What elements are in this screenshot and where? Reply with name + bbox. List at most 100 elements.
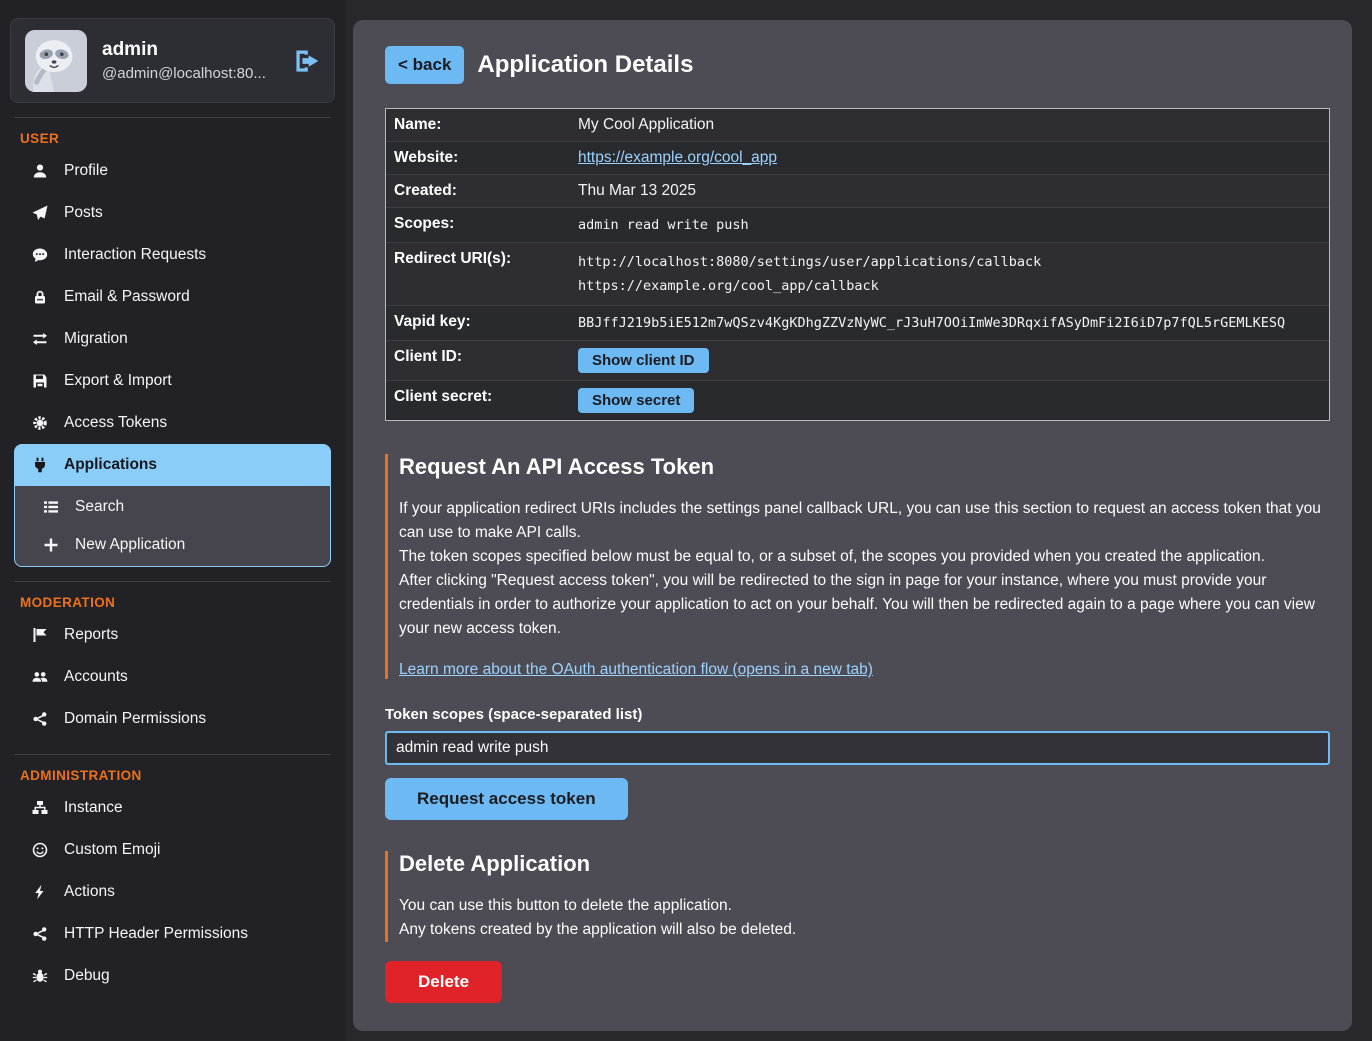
- show-secret-button[interactable]: Show secret: [578, 388, 694, 413]
- application-details-table: Name:My Cool ApplicationWebsite:https://…: [385, 108, 1330, 421]
- request-token-paragraph: After clicking "Request access token", y…: [399, 569, 1330, 641]
- sidebar-item-new-application[interactable]: New Application: [15, 526, 330, 564]
- sidebar-item-interaction-requests[interactable]: Interaction Requests: [10, 234, 335, 276]
- sidebar-item-label: Debug: [64, 967, 110, 985]
- sidebar-item-migration[interactable]: Migration: [10, 318, 335, 360]
- table-row-label: Name:: [386, 109, 570, 141]
- table-row-value: https://example.org/cool_app: [570, 142, 1329, 174]
- oauth-link-row: Learn more about the OAuth authenticatio…: [399, 661, 1330, 679]
- username: admin: [102, 39, 279, 61]
- table-row: Website:https://example.org/cool_app: [386, 141, 1329, 174]
- user-card[interactable]: admin @admin@localhost:80...: [10, 18, 335, 103]
- token-scopes-label: Token scopes (space-separated list): [385, 706, 1330, 723]
- sidebar-item-export-import[interactable]: Export & Import: [10, 360, 335, 402]
- table-row: Redirect URI(s):http://localhost:8080/se…: [386, 242, 1329, 305]
- sign-out-icon: [294, 62, 320, 77]
- request-token-description: If your application redirect URIs includ…: [399, 497, 1330, 641]
- sidebar-item-actions[interactable]: Actions: [10, 871, 335, 913]
- password-lock-icon: [30, 289, 49, 305]
- sidebar-item-accounts[interactable]: Accounts: [10, 656, 335, 698]
- sitemap-icon: [30, 800, 49, 816]
- sidebar-item-http-header-permissions[interactable]: HTTP Header Permissions: [10, 913, 335, 955]
- request-access-token-button[interactable]: Request access token: [385, 778, 628, 820]
- table-row-label: Client secret:: [386, 381, 570, 413]
- sidebar-nav: USERProfilePostsInteraction RequestsEmai…: [10, 117, 335, 997]
- back-button[interactable]: < back: [385, 46, 464, 84]
- user-icon: [30, 163, 49, 179]
- table-row-label: Scopes:: [386, 208, 570, 240]
- sidebar-item-label: Export & Import: [64, 372, 172, 390]
- sidebar-item-label: Interaction Requests: [64, 246, 206, 264]
- sidebar-item-label: Actions: [64, 883, 115, 901]
- sidebar-item-label: New Application: [75, 536, 185, 554]
- delete-application-heading: Delete Application: [399, 851, 1330, 877]
- table-row-label: Client ID:: [386, 341, 570, 373]
- logout-button[interactable]: [294, 48, 320, 74]
- plus-icon: [41, 537, 60, 553]
- sidebar-item-email-password[interactable]: Email & Password: [10, 276, 335, 318]
- sidebar-active-block: Applications Search New Application: [14, 444, 331, 567]
- sidebar: admin @admin@localhost:80... USERProfile…: [0, 0, 345, 1041]
- exchange-icon: [30, 331, 49, 347]
- sidebar-item-custom-emoji[interactable]: Custom Emoji: [10, 829, 335, 871]
- bolt-icon: [30, 884, 49, 900]
- delete-button[interactable]: Delete: [385, 961, 502, 1003]
- sidebar-item-posts[interactable]: Posts: [10, 192, 335, 234]
- avatar: [25, 30, 87, 92]
- sidebar-item-applications[interactable]: Applications: [14, 444, 331, 486]
- sidebar-item-label: Reports: [64, 626, 118, 644]
- sidebar-submenu: Search New Application: [14, 486, 331, 567]
- table-row-value: Thu Mar 13 2025: [570, 175, 1329, 207]
- table-row-value: Show client ID: [570, 341, 1329, 380]
- sidebar-item-label: HTTP Header Permissions: [64, 925, 248, 943]
- sidebar-item-label: Profile: [64, 162, 108, 180]
- list-icon: [41, 499, 60, 515]
- share-nodes-icon: [30, 926, 49, 942]
- sidebar-item-search[interactable]: Search: [15, 488, 330, 526]
- page-title: Application Details: [477, 51, 693, 79]
- section-divider: [14, 117, 331, 118]
- request-token-paragraph: The token scopes specified below must be…: [399, 545, 1330, 569]
- redirect-uri-line: https://example.org/cool_app/callback: [578, 274, 1321, 298]
- comment-dots-icon: [30, 247, 49, 263]
- sidebar-item-label: Domain Permissions: [64, 710, 206, 728]
- sidebar-item-label: Custom Emoji: [64, 841, 160, 859]
- table-row: Name:My Cool Application: [386, 109, 1329, 141]
- sidebar-item-label: Access Tokens: [64, 414, 167, 432]
- request-token-section: Request An API Access Token If your appl…: [385, 454, 1330, 679]
- table-row-label: Vapid key:: [386, 306, 570, 338]
- sidebar-item-label: Applications: [64, 456, 157, 474]
- sidebar-item-profile[interactable]: Profile: [10, 150, 335, 192]
- delete-application-section: Delete Application You can use this butt…: [385, 851, 1330, 942]
- bug-icon: [30, 968, 49, 984]
- website-link[interactable]: https://example.org/cool_app: [578, 149, 777, 166]
- user-meta: admin @admin@localhost:80...: [102, 39, 279, 82]
- delete-application-paragraph: You can use this button to delete the ap…: [399, 894, 1330, 918]
- sidebar-item-label: Posts: [64, 204, 103, 222]
- oauth-docs-link[interactable]: Learn more about the OAuth authenticatio…: [399, 661, 873, 678]
- sidebar-item-domain-permissions[interactable]: Domain Permissions: [10, 698, 335, 740]
- table-row-label: Created:: [386, 175, 570, 207]
- user-handle: @admin@localhost:80...: [102, 65, 279, 82]
- show-client-id-button[interactable]: Show client ID: [578, 348, 709, 373]
- table-row: Client secret: Show secret: [386, 380, 1329, 420]
- smiley-icon: [30, 842, 49, 858]
- nav-section-label-administration: ADMINISTRATION: [20, 768, 335, 783]
- users-icon: [30, 669, 49, 685]
- sidebar-item-instance[interactable]: Instance: [10, 787, 335, 829]
- table-row-value: BBJffJ219b5iE512m7wQSzv4KgKDhgZZVzNyWC_r…: [570, 306, 1329, 340]
- request-token-paragraph: If your application redirect URIs includ…: [399, 497, 1330, 545]
- sidebar-item-debug[interactable]: Debug: [10, 955, 335, 997]
- floppy-icon: [30, 373, 49, 389]
- token-scopes-input[interactable]: [385, 731, 1330, 765]
- table-row: Vapid key:BBJffJ219b5iE512m7wQSzv4KgKDhg…: [386, 305, 1329, 340]
- sidebar-item-reports[interactable]: Reports: [10, 614, 335, 656]
- certificate-icon: [30, 415, 49, 431]
- table-row: Client ID: Show client ID: [386, 340, 1329, 380]
- nav-section-label-moderation: MODERATION: [20, 595, 335, 610]
- share-nodes-icon: [30, 711, 49, 727]
- table-row-value: http://localhost:8080/settings/user/appl…: [570, 243, 1329, 305]
- paper-plane-icon: [30, 205, 49, 221]
- sidebar-item-label: Instance: [64, 799, 123, 817]
- sidebar-item-access-tokens[interactable]: Access Tokens: [10, 402, 335, 444]
